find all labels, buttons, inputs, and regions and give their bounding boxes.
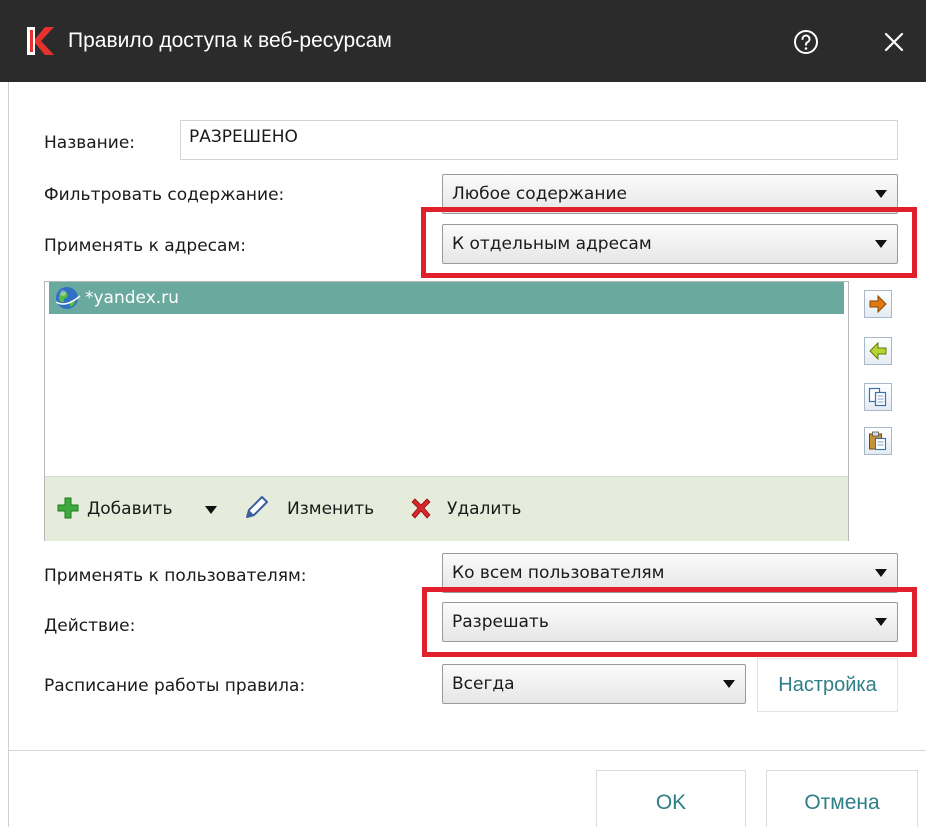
paste-button[interactable] [864,427,892,455]
footer-separator [9,750,926,751]
dialog-left-border [8,82,9,827]
schedule-label: Расписание работы правила: [44,676,306,696]
arrow-right-icon [869,294,887,314]
help-icon[interactable] [790,26,822,58]
delete-button[interactable]: Удалить [409,477,535,541]
edit-button[interactable]: Изменить [243,477,389,541]
schedule-settings-button[interactable]: Настройка [757,658,898,712]
apply-addresses-label: Применять к адресам: [44,236,246,256]
copy-icon [868,387,887,407]
name-input[interactable]: РАЗРЕШЕНО [180,120,898,160]
paste-icon [869,431,887,451]
add-button[interactable]: Добавить [57,477,217,541]
dropdown-arrow-icon [875,618,887,626]
list-toolbar: Добавить Изменить Удалить [45,476,848,541]
arrow-left-icon [869,341,887,361]
delete-x-icon [411,498,431,519]
dropdown-arrow-icon [875,240,887,248]
address-value: *yandex.ru [85,288,179,308]
filter-content-value: Любое содержание [452,184,627,204]
globe-icon [55,287,81,309]
pencil-icon [246,496,268,518]
action-label: Действие: [44,616,136,636]
move-left-button[interactable] [864,337,892,365]
apply-users-value: Ко всем пользователям [452,563,665,583]
list-item[interactable]: *yandex.ru [49,282,844,314]
dropdown-arrow-icon [723,680,735,688]
dropdown-arrow-icon [875,190,887,198]
schedule-value: Всегда [452,674,515,694]
action-dropdown[interactable]: Разрешать [442,602,898,642]
name-label: Название: [44,133,136,153]
apply-users-dropdown[interactable]: Ко всем пользователям [442,553,898,593]
delete-button-label: Удалить [447,499,522,519]
schedule-dropdown[interactable]: Всегда [442,664,746,704]
edit-button-label: Изменить [287,499,375,519]
move-right-button[interactable] [864,290,892,318]
dropdown-arrow-icon [875,569,887,577]
title-bar: Правило доступа к веб-ресурсам [0,0,926,82]
close-icon[interactable] [878,26,910,58]
window-title: Правило доступа к веб-ресурсам [68,29,392,52]
apply-addresses-dropdown[interactable]: К отдельным адресам [442,224,898,264]
caret-down-icon [205,506,217,514]
copy-button[interactable] [864,383,892,411]
filter-content-label: Фильтровать содержание: [44,185,285,205]
action-value: Разрешать [452,612,549,632]
add-button-label: Добавить [87,499,173,519]
plus-icon [57,497,79,519]
cancel-button[interactable]: Отмена [766,770,918,827]
filter-content-dropdown[interactable]: Любое содержание [442,174,898,214]
ok-button[interactable]: OK [596,770,746,827]
kaspersky-logo-icon [27,27,54,55]
apply-addresses-value: К отдельным адресам [452,234,652,254]
apply-users-label: Применять к пользователям: [44,566,307,586]
address-list[interactable]: *yandex.ru Добавить Изменить Удалить [44,281,849,541]
